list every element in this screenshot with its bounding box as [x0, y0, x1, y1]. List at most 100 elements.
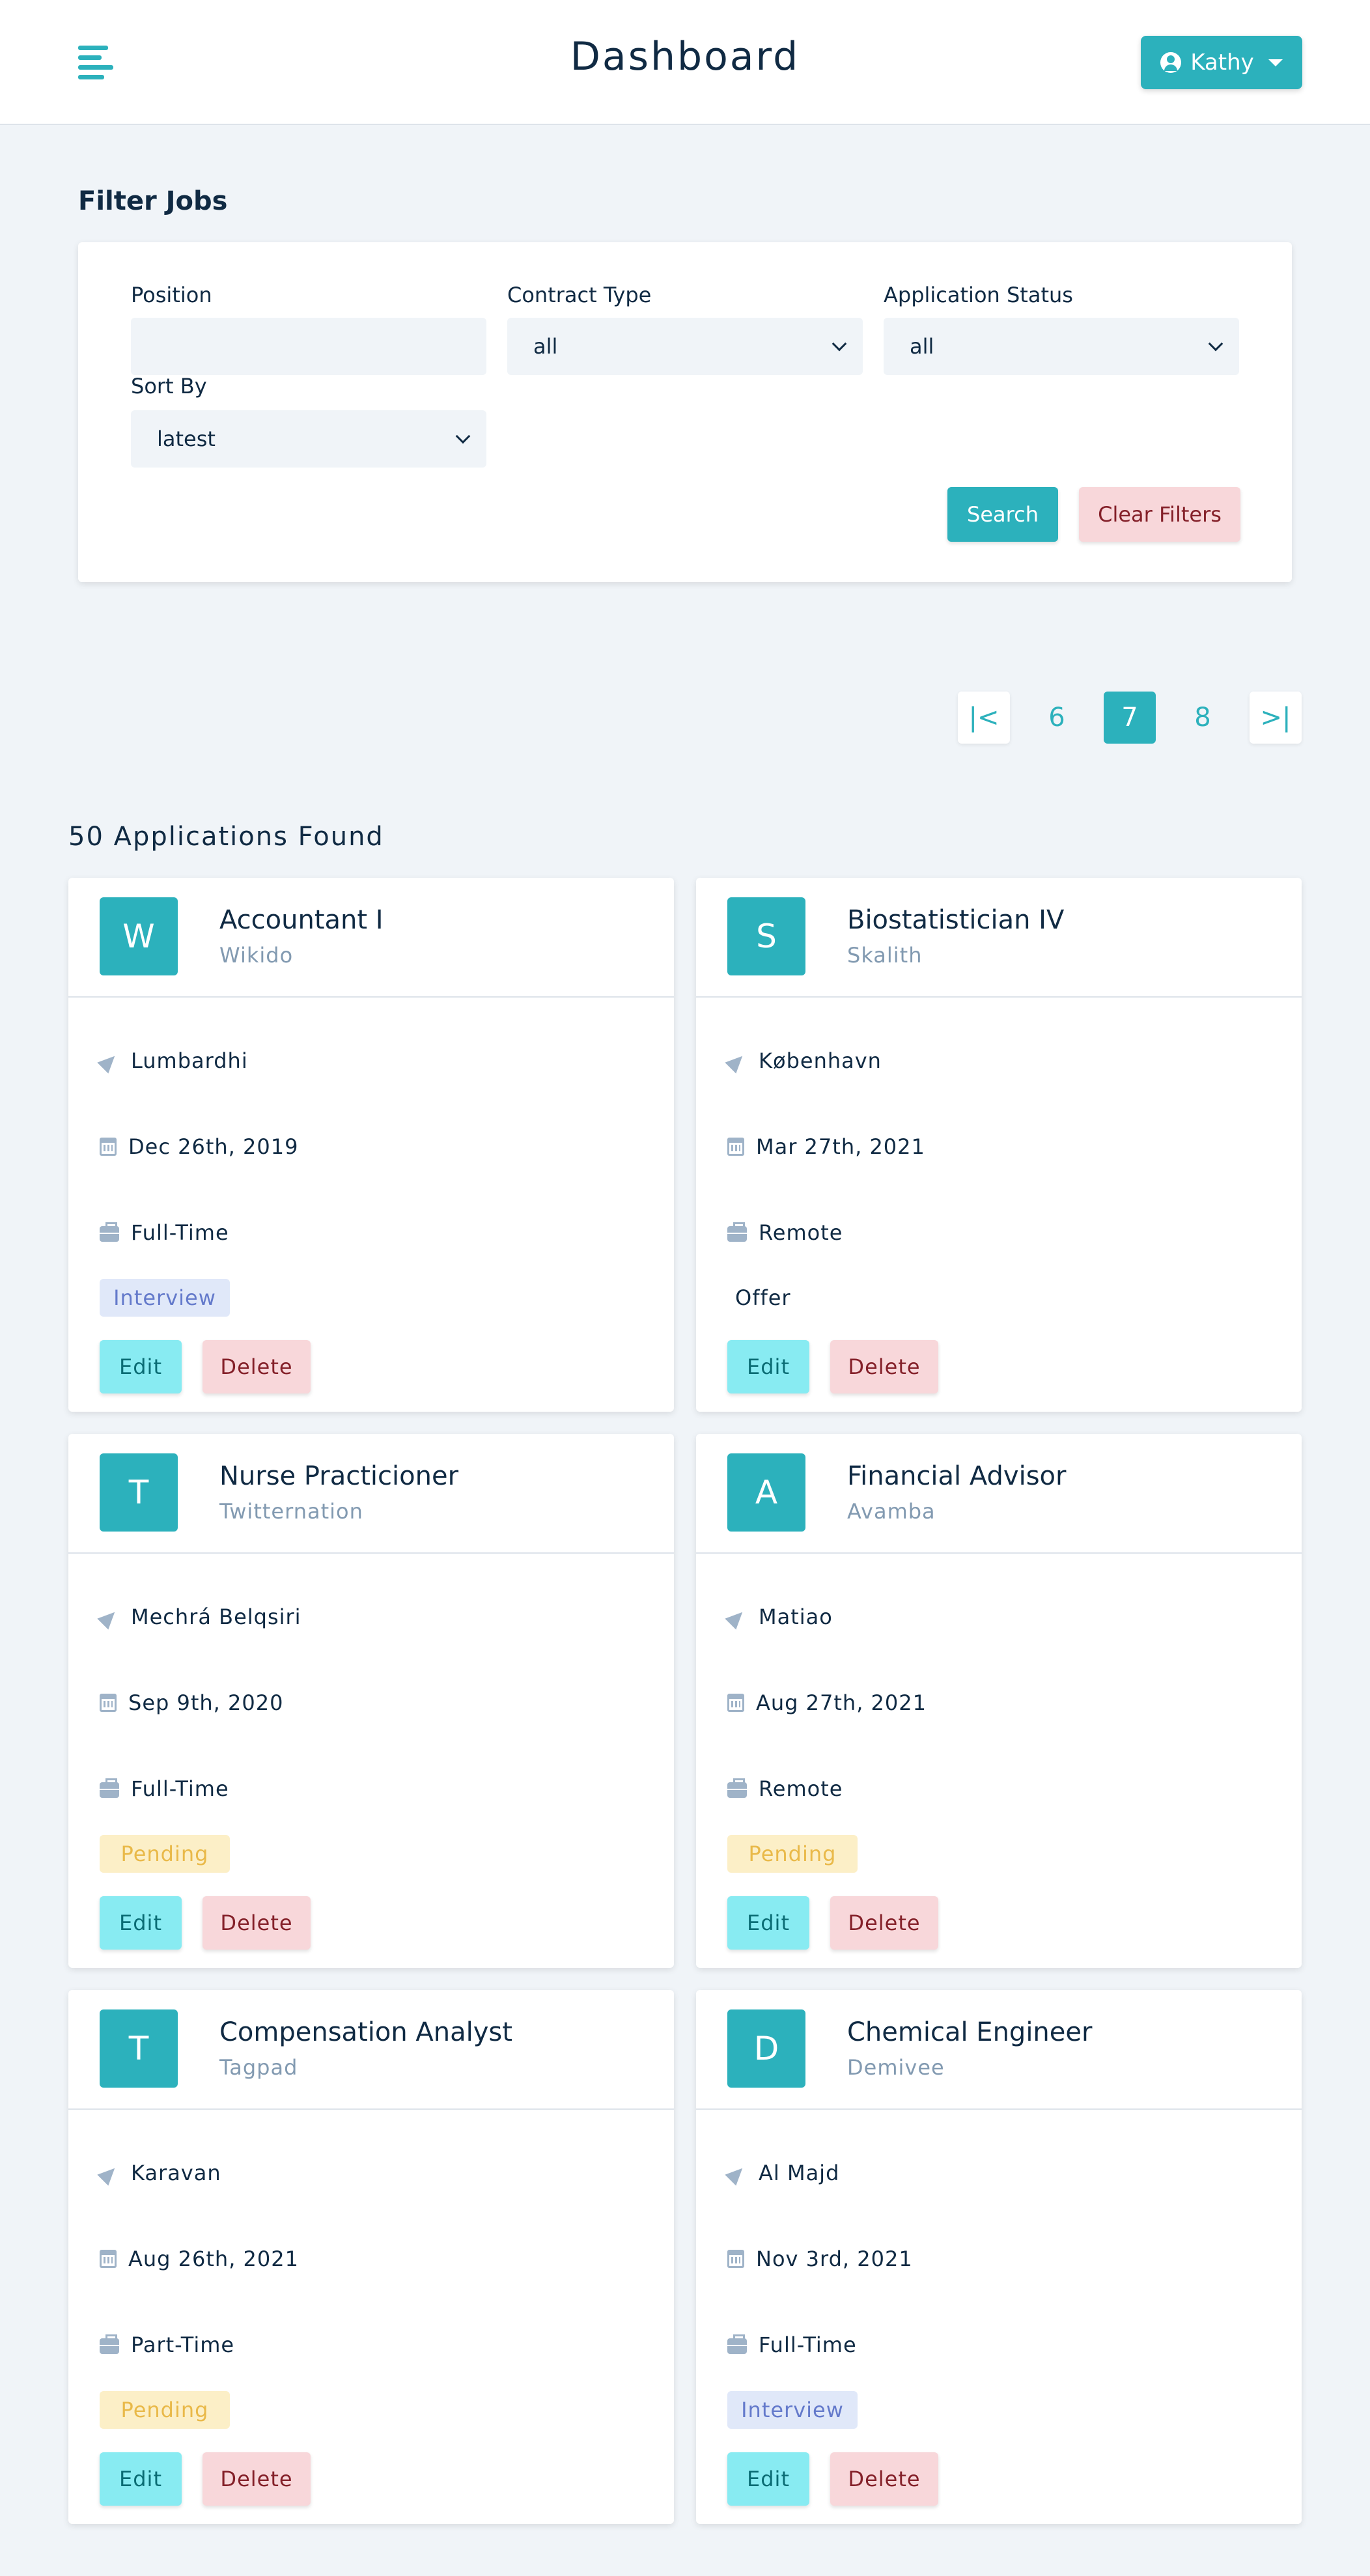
job-location: Mechrá Belqsiri — [100, 1604, 301, 1629]
page-button-8[interactable]: 8 — [1177, 692, 1229, 744]
job-location-text: Karavan — [131, 2161, 221, 2185]
job-company: Wikido — [219, 943, 294, 968]
job-card: W Accountant I Wikido Lumbardhi Dec 26th… — [68, 878, 674, 1412]
applications-count: 50 Applications Found — [68, 822, 384, 852]
job-company: Skalith — [847, 943, 923, 968]
job-position: Biostatistician IV — [847, 905, 1065, 935]
application-status-select[interactable]: all — [884, 318, 1239, 375]
job-type-text: Part-Time — [131, 2332, 235, 2357]
location-arrow-icon — [100, 2163, 119, 2183]
location-arrow-icon — [727, 1051, 747, 1071]
job-card: T Compensation Analyst Tagpad Karavan Au… — [68, 1990, 674, 2524]
edit-button[interactable]: Edit — [727, 2452, 809, 2506]
edit-button[interactable]: Edit — [100, 1340, 182, 1393]
job-type: Part-Time — [100, 2332, 234, 2357]
job-location: København — [727, 1048, 882, 1073]
job-location-text: København — [759, 1048, 882, 1073]
company-avatar: T — [100, 2009, 178, 2088]
contract-type-label: Contract Type — [507, 283, 652, 307]
job-company: Avamba — [847, 1499, 936, 1524]
job-date: Dec 26th, 2019 — [100, 1134, 298, 1159]
delete-button[interactable]: Delete — [203, 1340, 311, 1393]
user-menu-button[interactable]: Kathy — [1141, 36, 1302, 89]
chevron-down-icon — [1208, 336, 1223, 352]
job-type-text: Remote — [759, 1776, 843, 1801]
job-card-header: W Accountant I Wikido — [68, 878, 674, 998]
job-location: Lumbardhi — [100, 1048, 248, 1073]
job-type-text: Full-Time — [131, 1776, 229, 1801]
job-type-text: Remote — [759, 1220, 843, 1245]
job-card-header: A Financial Advisor Avamba — [696, 1434, 1302, 1554]
application-status-label: Application Status — [884, 283, 1073, 307]
clear-filters-button[interactable]: Clear Filters — [1079, 487, 1240, 542]
briefcase-icon — [727, 1222, 747, 1242]
job-location-text: Lumbardhi — [131, 1048, 248, 1073]
job-position: Chemical Engineer — [847, 2017, 1093, 2047]
delete-button[interactable]: Delete — [830, 2452, 938, 2506]
job-location-text: Mechrá Belqsiri — [131, 1604, 301, 1629]
calendar-icon — [727, 1694, 744, 1712]
calendar-icon — [100, 1694, 117, 1712]
search-button[interactable]: Search — [947, 487, 1058, 542]
job-date: Sep 9th, 2020 — [100, 1690, 283, 1715]
status-badge: Pending — [100, 2391, 230, 2429]
job-position: Financial Advisor — [847, 1461, 1067, 1491]
briefcase-icon — [727, 2334, 747, 2354]
company-avatar: D — [727, 2009, 805, 2088]
position-input[interactable] — [131, 318, 486, 375]
location-arrow-icon — [727, 1607, 747, 1627]
job-company: Tagpad — [219, 2055, 298, 2080]
first-page-button[interactable]: |< — [958, 692, 1010, 744]
edit-button[interactable]: Edit — [727, 1340, 809, 1393]
status-badge: Interview — [727, 2391, 858, 2429]
job-card: S Biostatistician IV Skalith København M… — [696, 878, 1302, 1412]
delete-button[interactable]: Delete — [203, 2452, 311, 2506]
status-badge: Pending — [727, 1835, 858, 1873]
briefcase-icon — [100, 1222, 119, 1242]
chevron-down-icon — [455, 428, 471, 444]
edit-button[interactable]: Edit — [100, 2452, 182, 2506]
company-avatar: A — [727, 1453, 805, 1532]
chevron-down-icon — [832, 336, 847, 352]
location-arrow-icon — [100, 1607, 119, 1627]
company-avatar: W — [100, 897, 178, 975]
location-arrow-icon — [727, 2163, 747, 2183]
calendar-icon — [100, 1138, 117, 1156]
job-type: Remote — [727, 1220, 843, 1245]
delete-button[interactable]: Delete — [830, 1340, 938, 1393]
page-button-6[interactable]: 6 — [1031, 692, 1083, 744]
job-position: Nurse Practicioner — [219, 1461, 459, 1491]
user-name: Kathy — [1190, 49, 1254, 76]
edit-button[interactable]: Edit — [727, 1896, 809, 1950]
last-page-button[interactable]: >| — [1250, 692, 1302, 744]
job-card: A Financial Advisor Avamba Matiao Aug 27… — [696, 1434, 1302, 1968]
job-card: D Chemical Engineer Demivee Al Majd Nov … — [696, 1990, 1302, 2524]
job-type: Remote — [727, 1776, 843, 1801]
delete-button[interactable]: Delete — [830, 1896, 938, 1950]
delete-button[interactable]: Delete — [203, 1896, 311, 1950]
job-card: T Nurse Practicioner Twitternation Mechr… — [68, 1434, 674, 1968]
briefcase-icon — [100, 1778, 119, 1798]
position-label: Position — [131, 283, 212, 307]
briefcase-icon — [100, 2334, 119, 2354]
job-date-text: Aug 27th, 2021 — [756, 1690, 927, 1715]
job-location-text: Al Majd — [759, 2161, 840, 2185]
job-location: Al Majd — [727, 2161, 839, 2185]
page-button-7-active[interactable]: 7 — [1104, 692, 1156, 744]
job-location-text: Matiao — [759, 1604, 833, 1629]
job-date-text: Mar 27th, 2021 — [756, 1134, 925, 1159]
job-date: Aug 27th, 2021 — [727, 1690, 927, 1715]
location-arrow-icon — [100, 1051, 119, 1071]
job-company: Demivee — [847, 2055, 945, 2080]
job-type-text: Full-Time — [131, 1220, 229, 1245]
edit-button[interactable]: Edit — [100, 1896, 182, 1950]
sort-by-label: Sort By — [131, 374, 207, 399]
filter-form: Position Contract Type all Application S… — [78, 242, 1292, 582]
contract-type-select[interactable]: all — [507, 318, 863, 375]
job-company: Twitternation — [219, 1499, 363, 1524]
job-location: Matiao — [727, 1604, 833, 1629]
status-badge: Offer — [735, 1285, 791, 1310]
briefcase-icon — [727, 1778, 747, 1798]
job-date-text: Dec 26th, 2019 — [128, 1134, 299, 1159]
sort-by-select[interactable]: latest — [131, 410, 486, 468]
